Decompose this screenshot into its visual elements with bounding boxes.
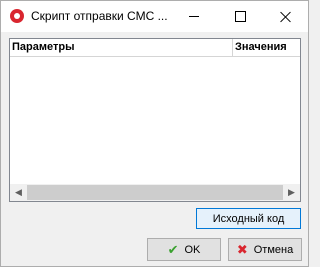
minimize-button[interactable] bbox=[171, 1, 217, 32]
column-header-values[interactable]: Значения bbox=[235, 39, 300, 56]
source-code-label: Исходный код bbox=[212, 212, 285, 225]
parameters-grid[interactable]: Параметры Значения ◀ ▶ bbox=[9, 38, 301, 202]
close-button[interactable] bbox=[263, 1, 309, 32]
maximize-button[interactable] bbox=[217, 1, 263, 32]
grid-header: Параметры Значения bbox=[10, 39, 300, 57]
horizontal-scrollbar[interactable]: ◀ ▶ bbox=[10, 184, 300, 201]
cross-icon: ✖ bbox=[236, 241, 248, 257]
close-icon bbox=[280, 11, 292, 23]
column-divider[interactable] bbox=[232, 39, 233, 56]
title-bar[interactable]: Скрипт отправки СМС ... bbox=[1, 1, 308, 32]
scroll-left-icon[interactable]: ◀ bbox=[10, 184, 27, 201]
app-icon bbox=[10, 9, 24, 23]
scroll-right-icon[interactable]: ▶ bbox=[283, 184, 300, 201]
minimize-icon bbox=[189, 16, 199, 17]
ok-button[interactable]: ✔ OK bbox=[147, 238, 221, 261]
scrollbar-thumb[interactable] bbox=[27, 185, 283, 200]
source-code-button[interactable]: Исходный код bbox=[196, 208, 301, 229]
cancel-label: Отмена bbox=[253, 243, 294, 256]
ok-label: OK bbox=[184, 243, 201, 256]
column-header-parameters[interactable]: Параметры bbox=[12, 39, 230, 56]
window-title: Скрипт отправки СМС ... bbox=[31, 9, 168, 23]
cancel-button[interactable]: ✖ Отмена bbox=[228, 238, 302, 261]
checkmark-icon: ✔ bbox=[167, 241, 179, 257]
maximize-icon bbox=[234, 11, 246, 22]
dialog-window: Скрипт отправки СМС ... Параметры Значен… bbox=[0, 0, 309, 267]
